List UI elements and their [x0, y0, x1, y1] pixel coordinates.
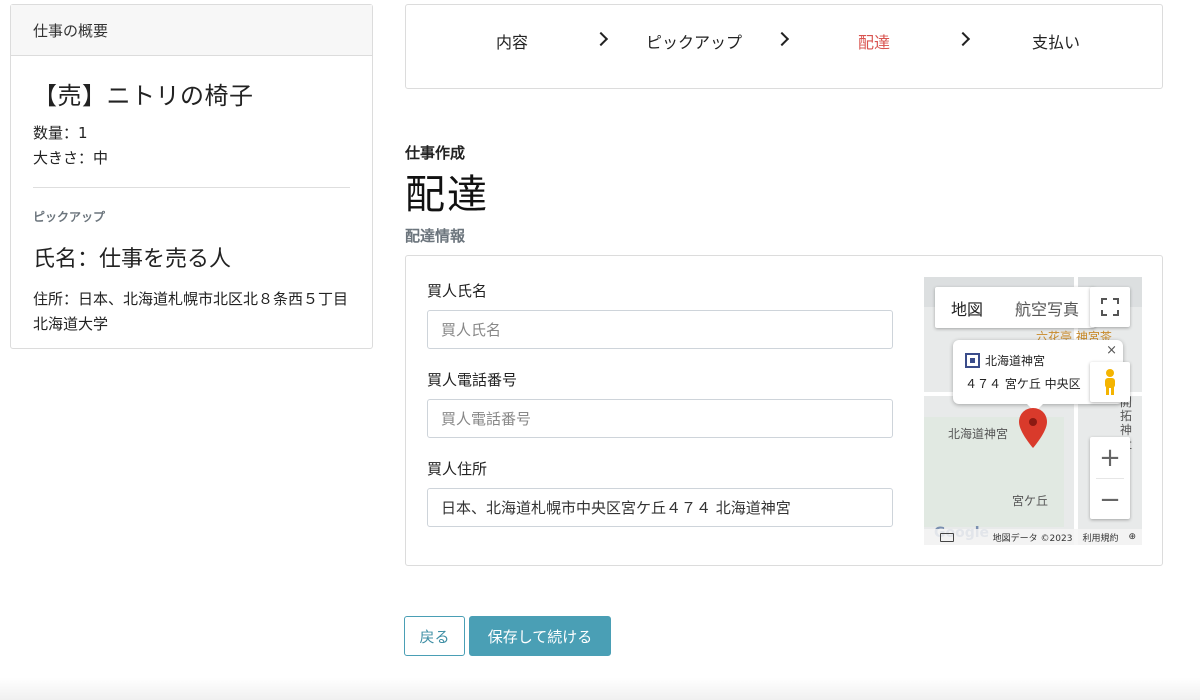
chevron-right-icon: [956, 30, 974, 48]
place-icon: [965, 353, 980, 368]
bottom-shadow: [0, 678, 1200, 700]
pegman-icon: [1105, 369, 1115, 395]
step-payment: 支払い: [1032, 33, 1081, 52]
step-pickup: ピックアップ: [646, 33, 743, 52]
page-title: 配達: [405, 172, 489, 218]
back-button[interactable]: 戻る: [404, 616, 465, 656]
delivery-form-card: 買人氏名 買人電話番号 買人住所 六花亭 神宮茶 開拓神社 地図 航空写真: [405, 255, 1163, 566]
buyer-name-input[interactable]: [427, 310, 893, 349]
summary-divider: [33, 187, 350, 188]
map-type-map-button[interactable]: 地図: [935, 287, 999, 328]
step-content: 内容: [496, 33, 529, 52]
item-title: 【売】ニトリの椅子: [33, 82, 254, 110]
item-quantity: 数量：1: [33, 124, 88, 142]
map-label-area: 宮ケ丘: [1012, 494, 1049, 508]
map-attribution: 地図データ ©2023: [992, 533, 1073, 544]
keyboard-icon[interactable]: [940, 533, 954, 542]
page: 仕事の概要 【売】ニトリの椅子 数量：1 大きさ：中 ピックアップ 氏名：仕事を…: [0, 0, 1200, 700]
map-type-control: 地図 航空写真: [935, 287, 1096, 328]
info-icon[interactable]: ⊕: [1128, 532, 1136, 542]
zoom-out-button[interactable]: −: [1090, 479, 1130, 520]
map-attribution-bar: 地図データ ©2023 利用規約 ⊕: [924, 529, 1142, 545]
zoom-in-button[interactable]: +: [1090, 437, 1130, 478]
map[interactable]: 六花亭 神宮茶 開拓神社 地図 航空写真 北海道神宮 ４７４ 宮ケ丘 中央区 ×: [924, 277, 1142, 545]
page-subtitle: 仕事作成: [405, 144, 466, 162]
map-type-satellite-button[interactable]: 航空写真: [999, 287, 1095, 328]
buyer-name-label: 買人氏名: [427, 282, 488, 300]
job-summary-card: 仕事の概要 【売】ニトリの椅子 数量：1 大きさ：中 ピックアップ 氏名：仕事を…: [10, 4, 373, 349]
pickup-section-label: ピックアップ: [33, 210, 106, 224]
buyer-phone-input[interactable]: [427, 399, 893, 438]
step-delivery: 配達: [858, 33, 891, 52]
pickup-name: 氏名：仕事を売る人: [33, 247, 232, 272]
close-icon[interactable]: ×: [1106, 343, 1117, 358]
delivery-info-label: 配達情報: [405, 227, 466, 245]
chevron-right-icon: [594, 30, 612, 48]
item-size: 大きさ：中: [33, 149, 109, 167]
buyer-phone-label: 買人電話番号: [427, 371, 518, 389]
zoom-control: + −: [1090, 437, 1130, 519]
info-window-title-text: 北海道神宮: [985, 354, 1046, 368]
save-continue-button[interactable]: 保存して続ける: [469, 616, 611, 656]
buyer-address-input[interactable]: [427, 488, 893, 527]
buyer-address-label: 買人住所: [427, 460, 488, 478]
pickup-address: 住所：日本、北海道札幌市北区北８条西５丁目 北海道大学: [33, 290, 349, 333]
fullscreen-button[interactable]: [1090, 287, 1130, 327]
step-progress: 内容 ピックアップ 配達 支払い: [405, 4, 1163, 89]
map-label-shrine: 北海道神宮: [948, 427, 1009, 441]
summary-header: 仕事の概要: [11, 5, 372, 56]
summary-body: 【売】ニトリの椅子 数量：1 大きさ：中 ピックアップ 氏名：仕事を売る人 住所…: [11, 56, 372, 337]
fullscreen-icon: [1101, 298, 1119, 316]
map-marker-icon[interactable]: [1019, 408, 1047, 448]
street-view-pegman-button[interactable]: [1090, 362, 1130, 402]
chevron-right-icon: [775, 30, 793, 48]
map-terms-link[interactable]: 利用規約: [1082, 531, 1118, 544]
